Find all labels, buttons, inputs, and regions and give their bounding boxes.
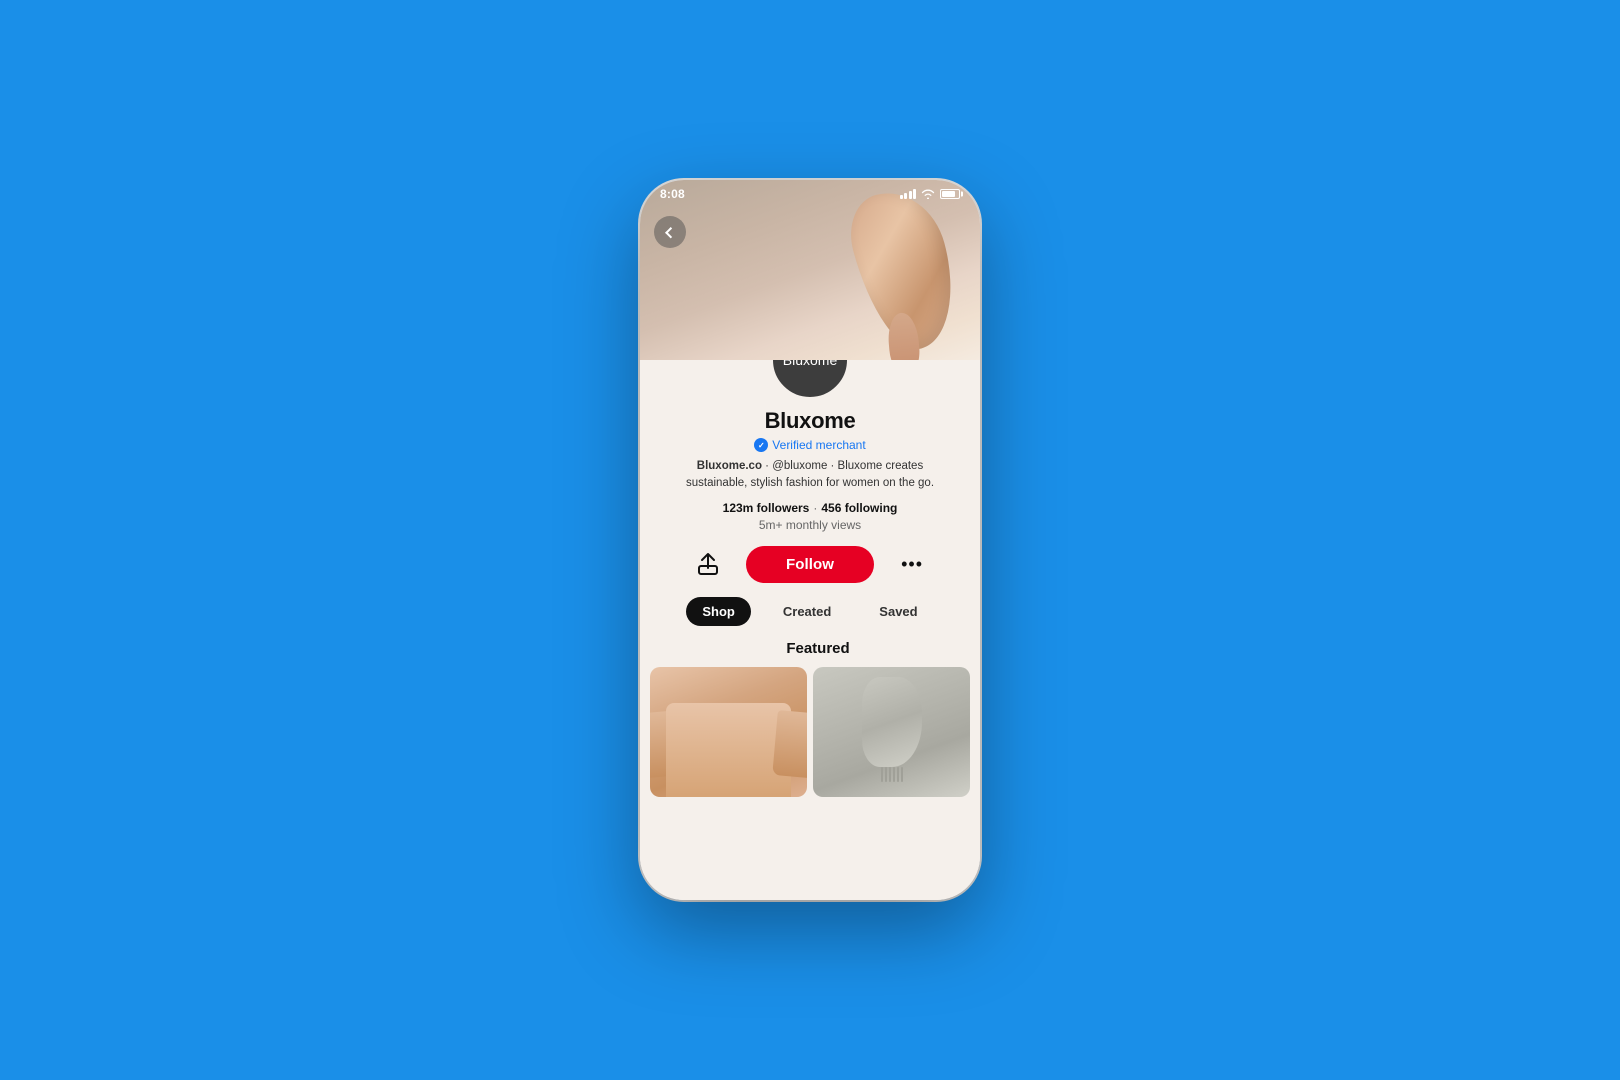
avatar-circle: Bluxome <box>770 360 850 400</box>
profile-name: Bluxome <box>765 408 856 434</box>
tab-shop[interactable]: Shop <box>686 597 751 626</box>
tabs-row: Shop Created Saved <box>686 597 933 626</box>
featured-section-label: Featured <box>640 640 980 657</box>
tab-saved[interactable]: Saved <box>863 597 933 626</box>
featured-image-scarf[interactable] <box>813 667 970 797</box>
featured-image-sweater[interactable] <box>650 667 807 797</box>
scarf-shape <box>862 677 922 767</box>
share-icon <box>697 552 719 576</box>
sleeve-right <box>772 710 807 779</box>
more-dots-icon: ••• <box>901 554 923 575</box>
bio-website: Bluxome.co <box>697 460 762 472</box>
featured-image-grid <box>640 667 980 797</box>
following-count: 456 following <box>821 501 897 515</box>
verified-badge-icon: ✓ <box>754 438 768 452</box>
status-bar: 8:08 <box>640 180 980 208</box>
back-button[interactable] <box>654 216 686 248</box>
phone-frame: 8:08 Bluxome <box>640 180 980 900</box>
back-chevron-icon <box>665 227 676 238</box>
status-icons <box>900 189 961 199</box>
followers-bold: 123m followers <box>723 501 810 515</box>
follow-button[interactable]: Follow <box>746 546 874 583</box>
avatar: Bluxome <box>770 360 850 400</box>
stats-row: 123m followers · 456 following <box>723 501 898 515</box>
monthly-views: 5m+ monthly views <box>759 518 861 532</box>
status-time: 8:08 <box>660 187 685 201</box>
profile-bio: Bluxome.co · @bluxome · Bluxome creates … <box>640 458 980 493</box>
followers-count: 123m followers <box>723 501 810 515</box>
tab-created[interactable]: Created <box>767 597 847 626</box>
battery-icon <box>940 189 960 199</box>
verified-row: ✓ Verified merchant <box>754 438 865 452</box>
stats-separator: · <box>813 501 817 515</box>
shirt-body <box>666 703 792 797</box>
verified-text: Verified merchant <box>772 438 865 452</box>
action-row: Follow ••• <box>640 546 980 583</box>
more-options-button[interactable]: ••• <box>894 546 930 582</box>
wifi-icon <box>921 189 935 199</box>
following-bold: 456 following <box>821 501 897 515</box>
avatar-label: Bluxome <box>783 360 837 368</box>
share-button[interactable] <box>690 546 726 582</box>
scarf-fringe <box>881 767 903 782</box>
signal-icon <box>900 189 917 199</box>
profile-content: Bluxome Bluxome ✓ Verified merchant Blux… <box>640 360 980 900</box>
